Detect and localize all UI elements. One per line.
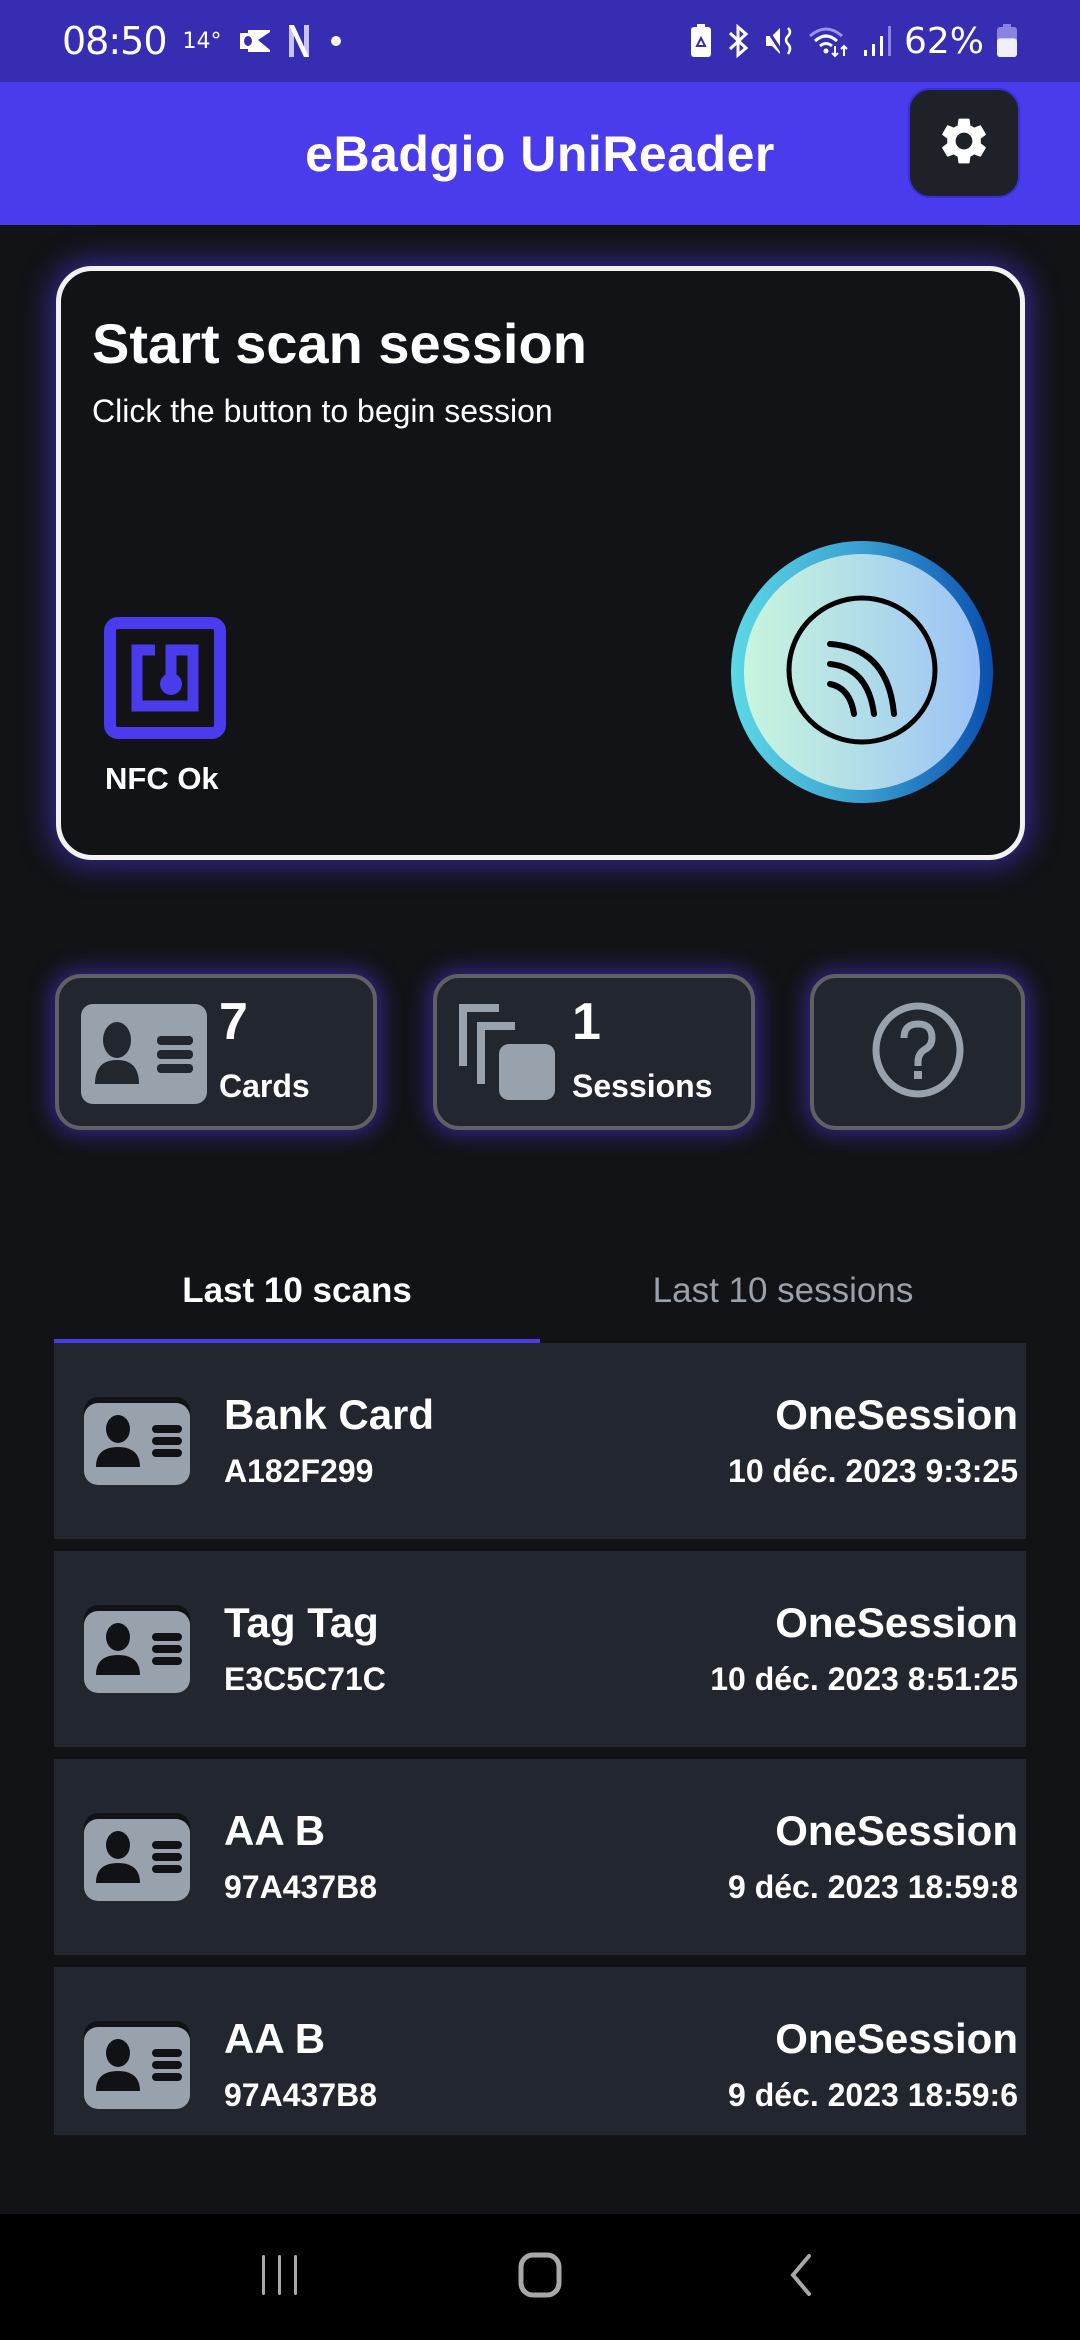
history-tabs: Last 10 scans Last 10 sessions	[54, 1240, 1026, 1344]
start-session-subtitle: Click the button to begin session	[92, 393, 553, 429]
scan-name: Bank Card	[224, 1391, 435, 1438]
start-scan-button[interactable]	[731, 541, 993, 803]
signal-icon	[862, 24, 892, 58]
scan-uid: 97A437B8	[224, 1869, 377, 1905]
status-bar: 08:50 14° 62%	[0, 0, 1080, 82]
netflix-icon	[288, 25, 310, 57]
scan-date: 9 déc. 2023 18:59:8	[728, 1869, 1018, 1905]
contactless-icon	[784, 592, 940, 753]
wifi-icon	[808, 24, 850, 58]
cards-label: Cards	[219, 1068, 310, 1104]
back-button[interactable]	[755, 2237, 845, 2317]
scan-name: Tag Tag	[224, 1599, 379, 1646]
scan-list-item[interactable]: Tag Tag E3C5C71C OneSession 10 déc. 2023…	[54, 1551, 1026, 1747]
scan-uid: A182F299	[224, 1453, 374, 1489]
cards-count: 7	[219, 993, 248, 1051]
scan-uid: E3C5C71C	[224, 1661, 386, 1697]
scan-list-item[interactable]: AA B 97A437B8 OneSession 9 déc. 2023 18:…	[54, 1759, 1026, 1955]
outlook-icon	[238, 26, 272, 56]
scan-name: AA B	[224, 1807, 326, 1854]
app-title: eBadgio UniReader	[305, 125, 775, 182]
id-card-icon	[84, 1603, 190, 1693]
sessions-count-button[interactable]: 1 Sessions	[433, 974, 755, 1130]
battery-saver-icon	[690, 24, 712, 58]
stacked-cards-icon	[459, 1004, 559, 1109]
tab-last-sessions[interactable]: Last 10 sessions	[540, 1240, 1026, 1342]
start-session-title: Start scan session	[92, 312, 587, 375]
bluetooth-icon	[724, 24, 752, 58]
recents-button[interactable]	[235, 2237, 325, 2317]
help-icon	[870, 1002, 966, 1103]
help-button[interactable]	[810, 974, 1025, 1130]
gear-icon	[936, 113, 992, 174]
scan-name: AA B	[224, 2015, 326, 2062]
scan-date: 10 déc. 2023 9:3:25	[728, 1453, 1018, 1489]
scan-list[interactable]: Bank Card A182F299 OneSession 10 déc. 20…	[54, 1343, 1026, 2135]
scan-list-item[interactable]: Bank Card A182F299 OneSession 10 déc. 20…	[54, 1343, 1026, 1539]
back-icon	[785, 2252, 815, 2303]
sessions-count: 1	[572, 993, 601, 1051]
scan-list-item[interactable]: AA B 97A437B8 OneSession 9 déc. 2023 18:…	[54, 1967, 1026, 2135]
scan-session: OneSession	[775, 1807, 1018, 1854]
scan-session: OneSession	[775, 1391, 1018, 1438]
recents-icon	[260, 2253, 300, 2302]
scan-session: OneSession	[775, 1599, 1018, 1646]
scan-date: 9 déc. 2023 18:59:6	[728, 2077, 1018, 2113]
system-nav-bar	[0, 2214, 1080, 2340]
start-session-card: Start scan session Click the button to b…	[56, 266, 1025, 860]
scan-date: 10 déc. 2023 8:51:25	[710, 1661, 1018, 1697]
id-card-icon	[81, 1004, 207, 1109]
sessions-label: Sessions	[572, 1068, 713, 1104]
home-button[interactable]	[495, 2237, 585, 2317]
status-temperature: 14°	[182, 28, 222, 54]
scan-uid: 97A437B8	[224, 2077, 377, 2113]
app-bar: eBadgio UniReader	[0, 82, 1080, 225]
cards-count-button[interactable]: 7 Cards	[55, 974, 377, 1130]
mute-vibrate-icon	[764, 24, 796, 58]
dot-icon	[326, 31, 346, 51]
id-card-icon	[84, 2019, 190, 2109]
nfc-icon	[103, 616, 227, 740]
scan-session: OneSession	[775, 2015, 1018, 2062]
status-time: 08:50	[62, 19, 168, 63]
battery-icon	[996, 24, 1018, 58]
tab-last-scans[interactable]: Last 10 scans	[54, 1240, 540, 1344]
id-card-icon	[84, 1811, 190, 1901]
id-card-icon	[84, 1395, 190, 1485]
battery-percentage: 62%	[903, 20, 984, 62]
home-icon	[517, 2252, 563, 2303]
settings-button[interactable]	[908, 88, 1020, 198]
nfc-status-label: NFC Ok	[105, 761, 219, 796]
